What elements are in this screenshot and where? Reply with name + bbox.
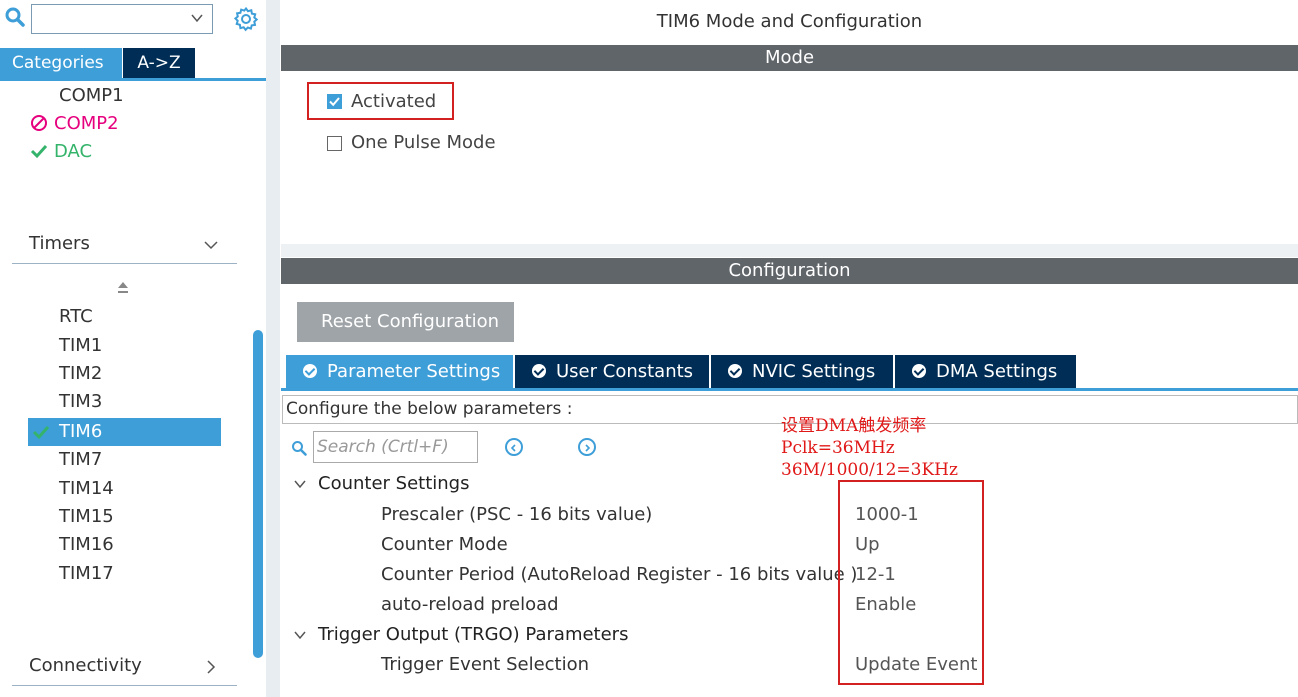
sidebar-item-tim7[interactable]: TIM7 [59,446,102,474]
chevron-down-icon[interactable] [190,11,204,25]
sidebar-item-comp1[interactable]: COMP1 [59,82,124,110]
sidebar-item-tim3[interactable]: TIM3 [59,388,102,416]
tab-a-to-z[interactable]: A->Z [123,48,195,78]
check-circle-icon [728,364,742,378]
sidebar-item-tim1[interactable]: TIM1 [59,332,102,360]
tab-dma-settings[interactable]: DMA Settings [895,355,1076,388]
search-icon[interactable] [4,6,26,28]
checkbox-control[interactable] [327,136,342,151]
annotation-note: 设置DMA触发频率 Pclk=36MHz 36M/1000/12=3KHz [781,415,958,481]
connectivity-group-header[interactable]: Connectivity [29,655,142,676]
activated-checkbox[interactable] [327,94,342,109]
sidebar-item-tim15[interactable]: TIM15 [59,503,114,531]
tab-label: User Constants [556,361,694,382]
chevron-right-icon [585,444,591,452]
sidebar [0,0,268,697]
chevron-left-icon [510,444,516,452]
param-trigger-event-label: Trigger Event Selection [381,654,590,675]
annotation-line: Pclk=36MHz [781,438,895,458]
chevron-down-icon[interactable] [293,628,307,642]
sidebar-item-rtc[interactable]: RTC [59,303,93,331]
sidebar-item-tim2[interactable]: TIM2 [59,360,102,388]
chevron-right-icon[interactable] [203,659,219,675]
chevron-down-icon[interactable] [203,237,219,253]
divider [12,685,237,686]
tab-user-constants[interactable]: User Constants [515,355,709,388]
check-circle-icon [303,364,317,378]
sidebar-item-tim16[interactable]: TIM16 [59,531,114,559]
page-title: TIM6 Mode and Configuration [656,11,923,32]
check-circle-icon [532,364,546,378]
timers-group-header[interactable]: Timers [29,233,90,254]
param-prescaler-label: Prescaler (PSC - 16 bits value) [381,504,653,525]
sidebar-item-label: COMP2 [54,113,119,134]
parameter-search-input[interactable]: Search (Crtl+F) [313,431,478,463]
sidebar-item-comp2[interactable]: COMP2 [30,110,119,138]
activated-label[interactable]: Activated [351,91,436,112]
chevron-down-icon[interactable] [293,477,307,491]
configuration-section-header: Configuration [281,258,1298,284]
check-icon [30,144,48,159]
check-icon [32,425,50,440]
search-input[interactable] [31,4,213,34]
sidebar-scrollbar-thumb[interactable] [253,330,263,658]
selected-highlight [28,418,221,446]
sidebar-item-label: DAC [54,141,93,162]
tab-underline [281,388,1298,391]
search-icon [292,441,307,456]
tab-label: DMA Settings [936,361,1058,382]
tab-label: Parameter Settings [327,361,501,382]
sidebar-item-tim14[interactable]: TIM14 [59,475,114,503]
tab-nvic-settings[interactable]: NVIC Settings [711,355,893,388]
tab-categories[interactable]: Categories [0,48,122,78]
trgo-parameters-group[interactable]: Trigger Output (TRGO) Parameters [318,624,628,645]
next-result-button[interactable] [578,438,596,456]
splitter[interactable] [266,0,280,697]
one-pulse-label[interactable]: One Pulse Mode [351,132,496,153]
param-counter-mode-label: Counter Mode [381,534,508,555]
disabled-icon [31,115,47,131]
sidebar-item-tim17[interactable]: TIM17 [59,560,114,588]
sort-icon[interactable] [117,280,129,298]
mode-section-header: Mode [281,45,1298,71]
tab-parameter-settings[interactable]: Parameter Settings [286,355,513,388]
tab-underline [0,78,268,81]
check-circle-icon [912,364,926,378]
sidebar-item-tim6[interactable]: TIM6 [59,418,102,446]
counter-settings-group[interactable]: Counter Settings [318,473,469,494]
param-auto-reload-label: auto-reload preload [381,594,559,615]
param-counter-period-label: Counter Period (AutoReload Register - 16… [381,564,858,585]
sidebar-item-dac[interactable]: DAC [30,138,92,166]
gear-icon[interactable] [233,6,259,32]
tab-label: NVIC Settings [752,361,876,382]
one-pulse-checkbox[interactable] [327,136,342,151]
annotation-values-box [838,480,984,685]
checkbox-control[interactable] [327,94,342,109]
reset-configuration-button[interactable]: Reset Configuration [297,302,514,342]
annotation-line: 36M/1000/12=3KHz [781,460,958,480]
divider [12,263,237,264]
section-gap [281,244,1298,257]
check-icon [329,97,340,107]
previous-result-button[interactable] [505,438,523,456]
annotation-line: 设置DMA触发频率 [781,416,927,436]
